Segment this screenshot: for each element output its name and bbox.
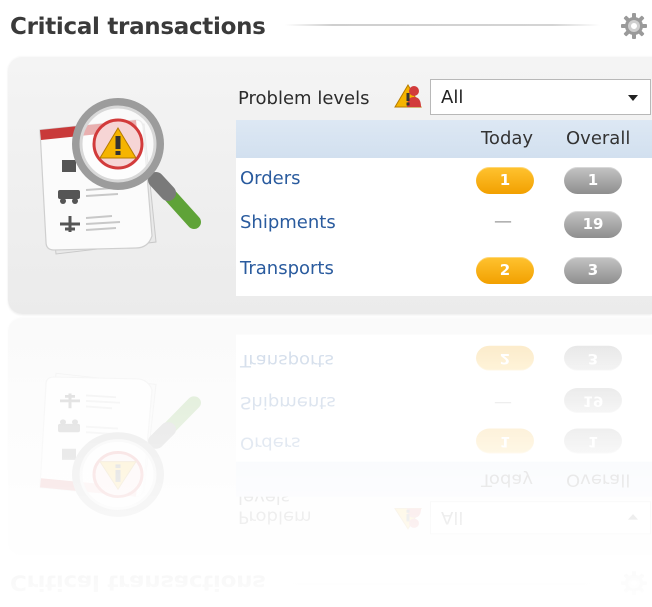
reflection-fade bbox=[0, 316, 652, 607]
widget-header: Critical transactions bbox=[0, 0, 652, 56]
shipments-today-empty: — bbox=[494, 211, 512, 232]
problem-levels-label: Problem levels bbox=[238, 88, 370, 109]
chevron-down-icon[interactable] bbox=[628, 95, 638, 101]
critical-transactions-widget: Critical transactions Problem levels All… bbox=[0, 0, 652, 316]
orders-overall-badge[interactable]: 1 bbox=[564, 167, 622, 194]
orders-link[interactable]: Orders bbox=[240, 168, 301, 189]
table-row-transports: Transports 2 3 bbox=[236, 248, 652, 292]
problem-level-select[interactable]: All bbox=[430, 79, 651, 115]
document-magnifier-warning-icon bbox=[39, 98, 201, 255]
select-value: All bbox=[441, 87, 464, 108]
transports-overall-badge[interactable]: 3 bbox=[564, 257, 622, 284]
table-row-shipments: Shipments — 19 bbox=[236, 202, 652, 246]
column-header-today: Today bbox=[481, 128, 534, 149]
gear-icon[interactable] bbox=[620, 12, 648, 40]
transports-link[interactable]: Transports bbox=[240, 258, 334, 279]
orders-today-badge[interactable]: 1 bbox=[476, 167, 534, 194]
warning-person-icon bbox=[394, 84, 422, 108]
transports-today-badge[interactable]: 2 bbox=[476, 257, 534, 284]
title-divider bbox=[285, 24, 600, 26]
widget-reflection: Critical transactions bbox=[0, 316, 652, 607]
shipments-overall-badge[interactable]: 19 bbox=[564, 211, 622, 238]
table-row-orders: Orders 1 1 bbox=[236, 158, 652, 202]
column-header-overall: Overall bbox=[566, 128, 631, 149]
transactions-table: Today Overall Orders 1 1 Shipments — 19 … bbox=[236, 120, 652, 296]
table-header: Today Overall bbox=[236, 120, 652, 158]
shipments-link[interactable]: Shipments bbox=[240, 212, 336, 233]
widget-title: Critical transactions bbox=[10, 14, 266, 40]
